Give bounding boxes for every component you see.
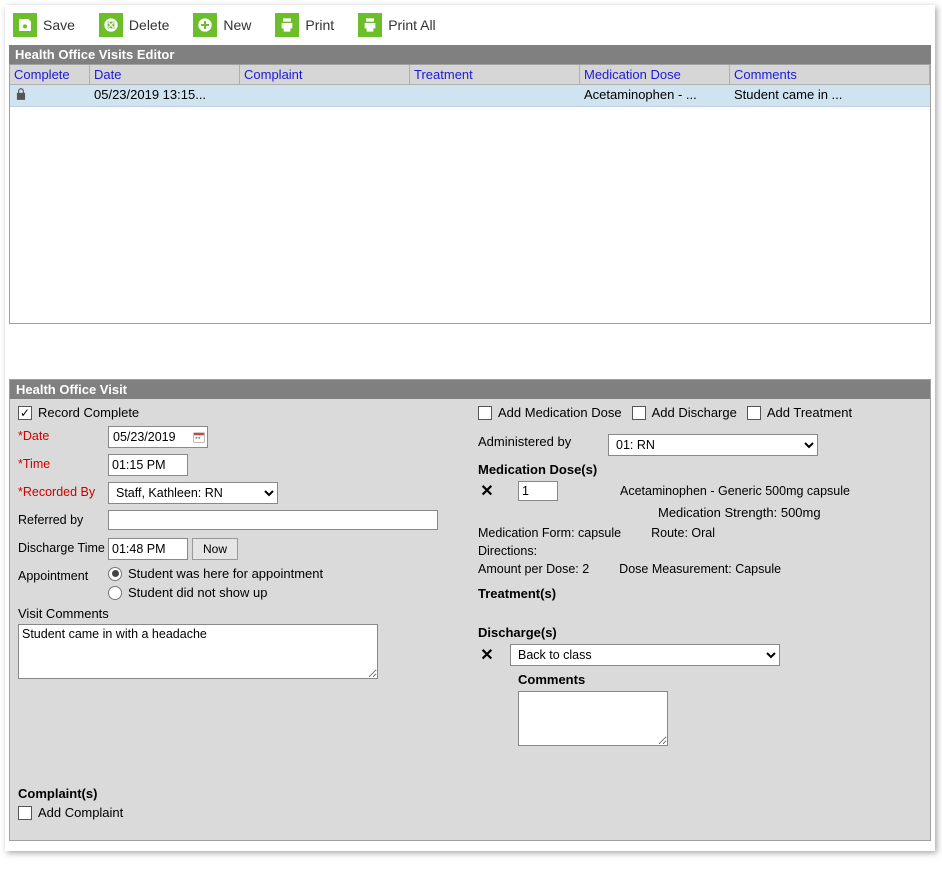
discharges-heading: Discharge(s): [478, 625, 922, 640]
med-doses-heading: Medication Dose(s): [478, 462, 922, 477]
print-button[interactable]: Print: [275, 13, 334, 37]
form-right-column: Add Medication Dose Add Discharge Add Tr…: [478, 405, 922, 826]
remove-dose-icon[interactable]: ✕: [478, 481, 496, 501]
print-all-label: Print All: [388, 17, 435, 33]
calendar-icon[interactable]: [192, 430, 206, 444]
cell-complete: [10, 85, 90, 106]
add-discharge-label: Add Discharge: [652, 405, 737, 420]
time-input[interactable]: [108, 454, 188, 476]
referred-by-input[interactable]: [108, 510, 438, 530]
print-label: Print: [305, 17, 334, 33]
save-icon: [13, 13, 37, 37]
label-recorded-by: *Recorded By: [18, 482, 108, 499]
new-icon: [193, 13, 217, 37]
visit-form-panel: Health Office Visit Record Complete *Dat…: [9, 379, 931, 841]
add-treatment-checkbox[interactable]: [747, 406, 761, 420]
form-title: Health Office Visit: [10, 380, 930, 399]
label-visit-comments: Visit Comments: [18, 606, 458, 621]
recorded-by-select[interactable]: Staff, Kathleen: RN: [108, 482, 278, 504]
amount-per-dose: Amount per Dose: 2: [478, 562, 589, 576]
add-complaint-checkbox[interactable]: [18, 806, 32, 820]
print-all-icon: [358, 13, 382, 37]
save-label: Save: [43, 17, 75, 33]
delete-button[interactable]: Delete: [99, 13, 169, 37]
label-appointment: Appointment: [18, 566, 108, 583]
discharge-comments-label: Comments: [518, 672, 922, 687]
visit-comments-textarea[interactable]: [18, 624, 378, 679]
toolbar-strip: Save Delete New Print Print All: [9, 9, 931, 45]
cell-comments: Student came in ...: [730, 85, 930, 106]
grid-row[interactable]: 05/23/2019 13:15... Acetaminophen - ... …: [10, 85, 930, 107]
col-header-date[interactable]: Date: [90, 65, 240, 84]
form-left-column: Record Complete *Date *Time *Recorded By: [18, 405, 458, 826]
medication-name: Acetaminophen - Generic 500mg capsule: [620, 484, 850, 498]
new-button[interactable]: New: [193, 13, 251, 37]
appointment-radio-here[interactable]: [108, 567, 122, 581]
col-header-treatment[interactable]: Treatment: [410, 65, 580, 84]
cell-medication: Acetaminophen - ...: [580, 85, 730, 106]
discharge-comments-textarea[interactable]: [518, 691, 668, 746]
new-label: New: [223, 17, 251, 33]
col-header-comments[interactable]: Comments: [730, 65, 930, 84]
appointment-radio-noshow[interactable]: [108, 586, 122, 600]
discharge-select[interactable]: Back to class: [510, 644, 780, 666]
print-all-button[interactable]: Print All: [358, 13, 435, 37]
medication-directions: Directions:: [478, 544, 537, 558]
complaints-heading: Complaint(s): [18, 786, 458, 801]
date-field-wrapper: [108, 426, 208, 448]
label-date: *Date: [18, 426, 108, 443]
record-complete-label: Record Complete: [38, 405, 139, 420]
medication-strength: Medication Strength: 500mg: [658, 505, 922, 520]
medication-route: Route: Oral: [651, 526, 715, 540]
cell-date: 05/23/2019 13:15...: [90, 85, 240, 106]
label-discharge-time: Discharge Time: [18, 538, 108, 555]
cell-complaint: [240, 85, 410, 106]
save-button[interactable]: Save: [13, 13, 75, 37]
add-complaint-label: Add Complaint: [38, 805, 123, 820]
add-med-dose-checkbox[interactable]: [478, 406, 492, 420]
discharge-time-input[interactable]: [108, 538, 188, 560]
record-complete-checkbox[interactable]: [18, 406, 32, 420]
grid-header-row: Complete Date Complaint Treatment Medica…: [10, 65, 930, 85]
treatments-heading: Treatment(s): [478, 586, 922, 601]
appointment-noshow-label: Student did not show up: [128, 585, 268, 600]
label-administered-by: Administered by: [478, 434, 608, 449]
appointment-here-label: Student was here for appointment: [128, 566, 323, 581]
date-input[interactable]: [110, 428, 190, 446]
delete-icon: [99, 13, 123, 37]
add-discharge-checkbox[interactable]: [632, 406, 646, 420]
label-time: *Time: [18, 454, 108, 471]
dose-measurement: Dose Measurement: Capsule: [619, 562, 781, 576]
add-med-dose-label: Add Medication Dose: [498, 405, 622, 420]
delete-label: Delete: [129, 17, 169, 33]
print-icon: [275, 13, 299, 37]
dose-qty-input[interactable]: [518, 481, 558, 501]
remove-discharge-icon[interactable]: ✕: [478, 645, 496, 665]
col-header-medication[interactable]: Medication Dose: [580, 65, 730, 84]
editor-title: Health Office Visits Editor: [9, 45, 931, 64]
col-header-complaint[interactable]: Complaint: [240, 65, 410, 84]
lock-icon: [14, 87, 28, 101]
col-header-complete[interactable]: Complete: [10, 65, 90, 84]
visits-grid: Complete Date Complaint Treatment Medica…: [9, 64, 931, 324]
cell-treatment: [410, 85, 580, 106]
administered-by-select[interactable]: 01: RN: [608, 434, 818, 456]
medication-form: Medication Form: capsule: [478, 526, 621, 540]
label-referred-by: Referred by: [18, 510, 108, 527]
now-button[interactable]: Now: [192, 538, 238, 560]
add-treatment-label: Add Treatment: [767, 405, 852, 420]
